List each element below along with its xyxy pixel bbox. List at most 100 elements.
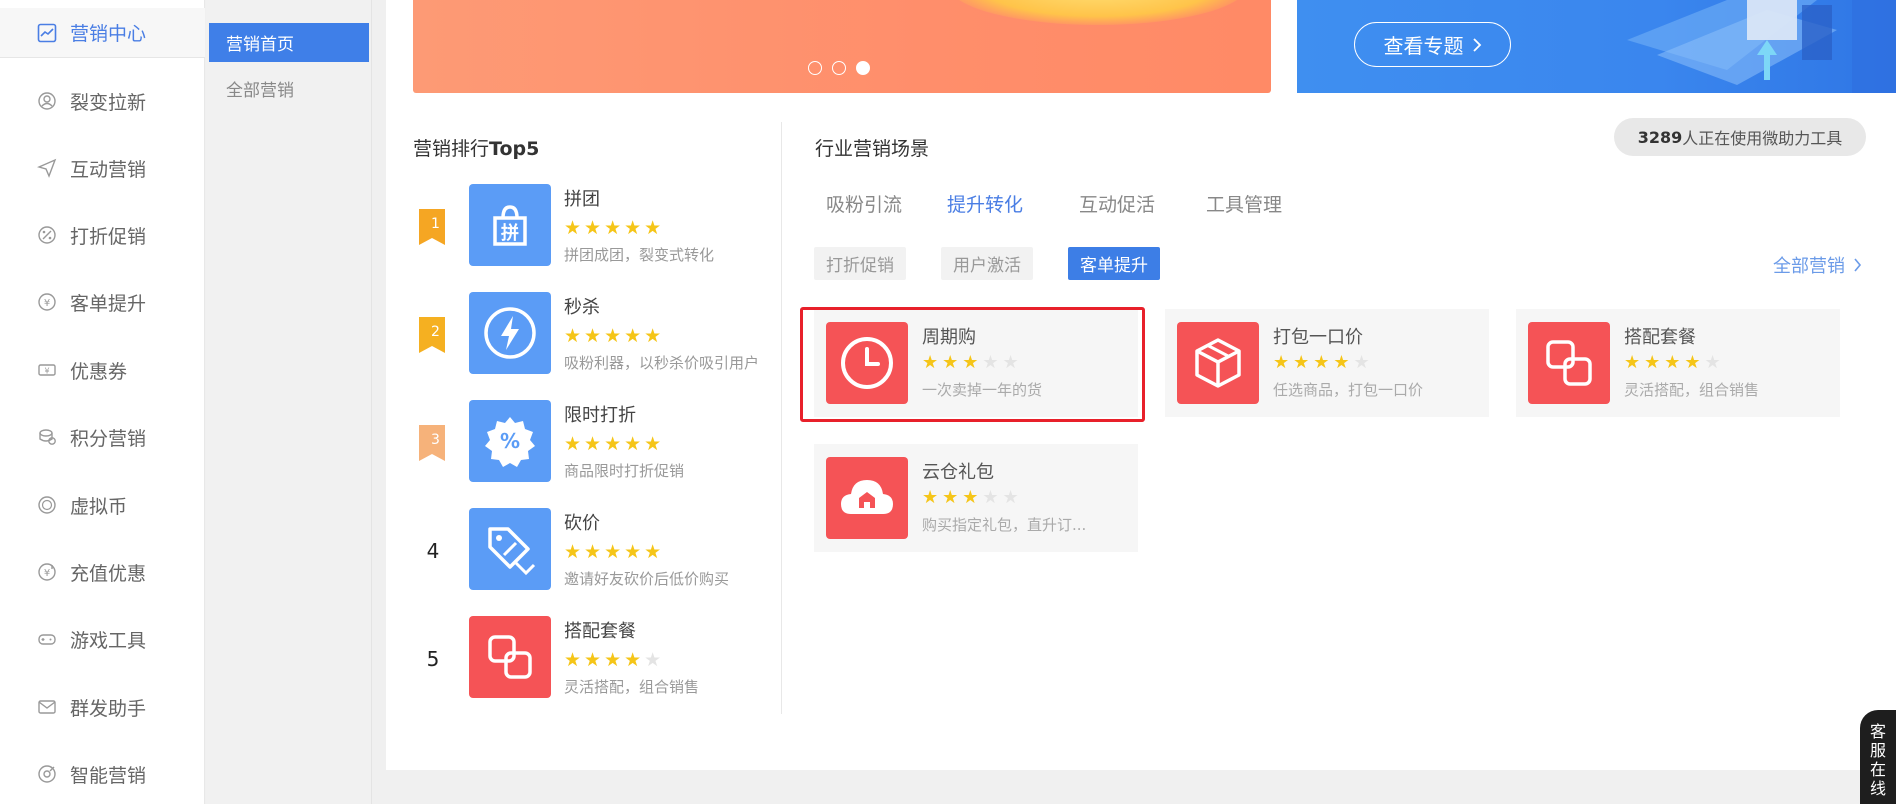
combo-icon [1528,322,1610,404]
card-name: 搭配套餐 [1624,327,1696,348]
sidebar-item-label: 智能营销 [70,764,147,787]
tab-attract-fans[interactable]: 吸粉引流 [826,190,902,217]
card-desc: 任选商品，打包一口价 [1273,381,1424,399]
view-topic-button[interactable]: 查看专题 [1354,22,1511,67]
scene-card[interactable]: 云仓礼包 ★★★★★ 购买指定礼包，直升订... [814,444,1138,552]
group-buy-icon: 拼 [469,184,551,266]
rank-desc: 商品限时打折促销 [564,462,685,480]
selected-card-outline [800,307,1145,422]
rank-desc: 邀请好友砍价后低价购买 [564,570,730,588]
cloud-home-icon [826,457,908,539]
coins-icon [36,426,58,448]
tab-boost-conversion[interactable]: 提升转化 [947,190,1023,217]
chevron-right-icon [1472,37,1481,52]
sidebar-item-label: 群发助手 [70,697,147,720]
recharge-icon: ¥ [36,561,58,583]
combo-icon [469,616,551,698]
rank-name: 秒杀 [564,297,600,318]
svg-text:¥: ¥ [44,298,50,309]
promo-banner-left[interactable] [413,0,1271,93]
coin-icon [36,494,58,516]
view-topic-label: 查看专题 [1383,34,1464,58]
paper-plane-icon [36,157,58,179]
customer-service-tab[interactable]: 客 服 在 线 [1860,710,1896,804]
sidebar-item-game-tools[interactable]: 游戏工具 [0,614,205,664]
lightning-icon [469,292,551,374]
yen-up-icon: ¥ [36,291,58,313]
discount-icon [36,224,58,246]
mail-icon [36,696,58,718]
main-sidebar: 营销中心 裂变拉新 互动营销 打折促销 ¥ 客单提升 ¥ 优惠券 积分营销 虚拟… [0,0,205,804]
rank-row[interactable]: 4 砍价 ★★★★★ 邀请好友砍价后低价购买 [413,508,783,592]
carousel-dots [808,61,870,75]
banner-decoration [948,0,1248,25]
rank-number: 4 [426,539,440,563]
chip-user-activation[interactable]: 用户激活 [941,247,1033,280]
card-desc: 购买指定礼包，直升订... [922,516,1087,534]
section-divider [781,122,782,714]
rank-row[interactable]: 3 % 限时打折 ★★★★★ 商品限时打折促销 [413,400,783,484]
chart-icon [36,22,58,44]
user-plus-icon [36,90,58,112]
rank-name: 砍价 [564,513,600,534]
sub-sidebar: 营销首页 全部营销 [206,0,372,804]
rating-stars: ★★★★★ [564,433,665,455]
chevron-right-icon [1854,258,1862,272]
sidebar-item-label: 积分营销 [70,427,147,450]
sidebar-item-label: 优惠券 [70,360,128,383]
scene-title: 行业营销场景 [815,138,930,160]
rating-stars: ★★★★★ [1273,352,1374,373]
rank-row[interactable]: 2 秒杀 ★★★★★ 吸粉利器，以秒杀价吸引用户 [413,292,783,376]
rank-name: 限时打折 [564,405,636,426]
subnav-item-all[interactable]: 全部营销 [209,69,369,108]
sidebar-item-points[interactable]: 积分营销 [0,412,205,462]
chip-order-boost[interactable]: 客单提升 [1068,247,1160,280]
sidebar-item-recharge[interactable]: ¥ 充值优惠 [0,547,205,597]
coupon-icon: ¥ [36,359,58,381]
rank-name: 搭配套餐 [564,621,636,642]
sidebar-item-virtual-coin[interactable]: 虚拟币 [0,480,205,530]
sidebar-item-marketing-center[interactable]: 营销中心 [0,8,205,58]
chip-discount[interactable]: 打折促销 [814,247,906,280]
rank-row[interactable]: 1 拼 拼团 ★★★★★ 拼团成团，裂变式转化 [413,184,783,268]
sidebar-item-interactive[interactable]: 互动营销 [0,143,205,193]
sidebar-item-order-boost[interactable]: ¥ 客单提升 [0,277,205,327]
tab-interaction[interactable]: 互动促活 [1079,190,1155,217]
smart-icon [36,763,58,785]
scene-card[interactable]: 搭配套餐 ★★★★★ 灵活搭配，组合销售 [1516,309,1840,417]
card-name: 云仓礼包 [922,462,994,483]
rank-number: 2 [431,324,440,340]
card-name: 打包一口价 [1273,327,1363,348]
rating-stars: ★★★★★ [564,217,665,239]
ranking-title: 营销排行Top5 [413,138,540,160]
price-tag-icon [469,508,551,590]
scene-card[interactable]: 打包一口价 ★★★★★ 任选商品，打包一口价 [1165,309,1489,417]
carousel-dot-1[interactable] [808,61,822,75]
sidebar-item-label: 虚拟币 [70,495,128,518]
sidebar-item-fission[interactable]: 裂变拉新 [0,76,205,126]
package-icon [1177,322,1259,404]
tab-tool-management[interactable]: 工具管理 [1206,190,1282,217]
sidebar-item-label: 充值优惠 [70,562,147,585]
rating-stars: ★★★★★ [564,325,665,347]
svg-text:拼: 拼 [501,222,519,244]
all-marketing-link[interactable]: 全部营销 [1773,252,1862,278]
sidebar-item-label: 互动营销 [70,158,147,181]
rank-desc: 拼团成团，裂变式转化 [564,246,715,264]
carousel-dot-2[interactable] [832,61,846,75]
rank-number: 5 [426,647,440,671]
svg-text:%: % [500,429,520,453]
carousel-dot-3[interactable] [856,61,870,75]
sidebar-item-coupon[interactable]: ¥ 优惠券 [0,345,205,395]
rank-number: 3 [431,432,440,448]
sidebar-item-discount[interactable]: 打折促销 [0,210,205,260]
rating-stars: ★★★★★ [564,649,665,671]
subnav-item-home[interactable]: 营销首页 [209,23,369,62]
sidebar-item-label: 裂变拉新 [70,91,147,114]
sidebar-item-smart-marketing[interactable]: 智能营销 [0,749,205,799]
rating-stars: ★★★★★ [922,487,1023,508]
usage-badge: 3289 人正在使用微助力工具 [1614,118,1866,156]
rank-row[interactable]: 5 搭配套餐 ★★★★★ 灵活搭配，组合销售 [413,616,783,700]
rating-stars: ★★★★★ [1624,352,1725,373]
sidebar-item-mass-send[interactable]: 群发助手 [0,682,205,732]
